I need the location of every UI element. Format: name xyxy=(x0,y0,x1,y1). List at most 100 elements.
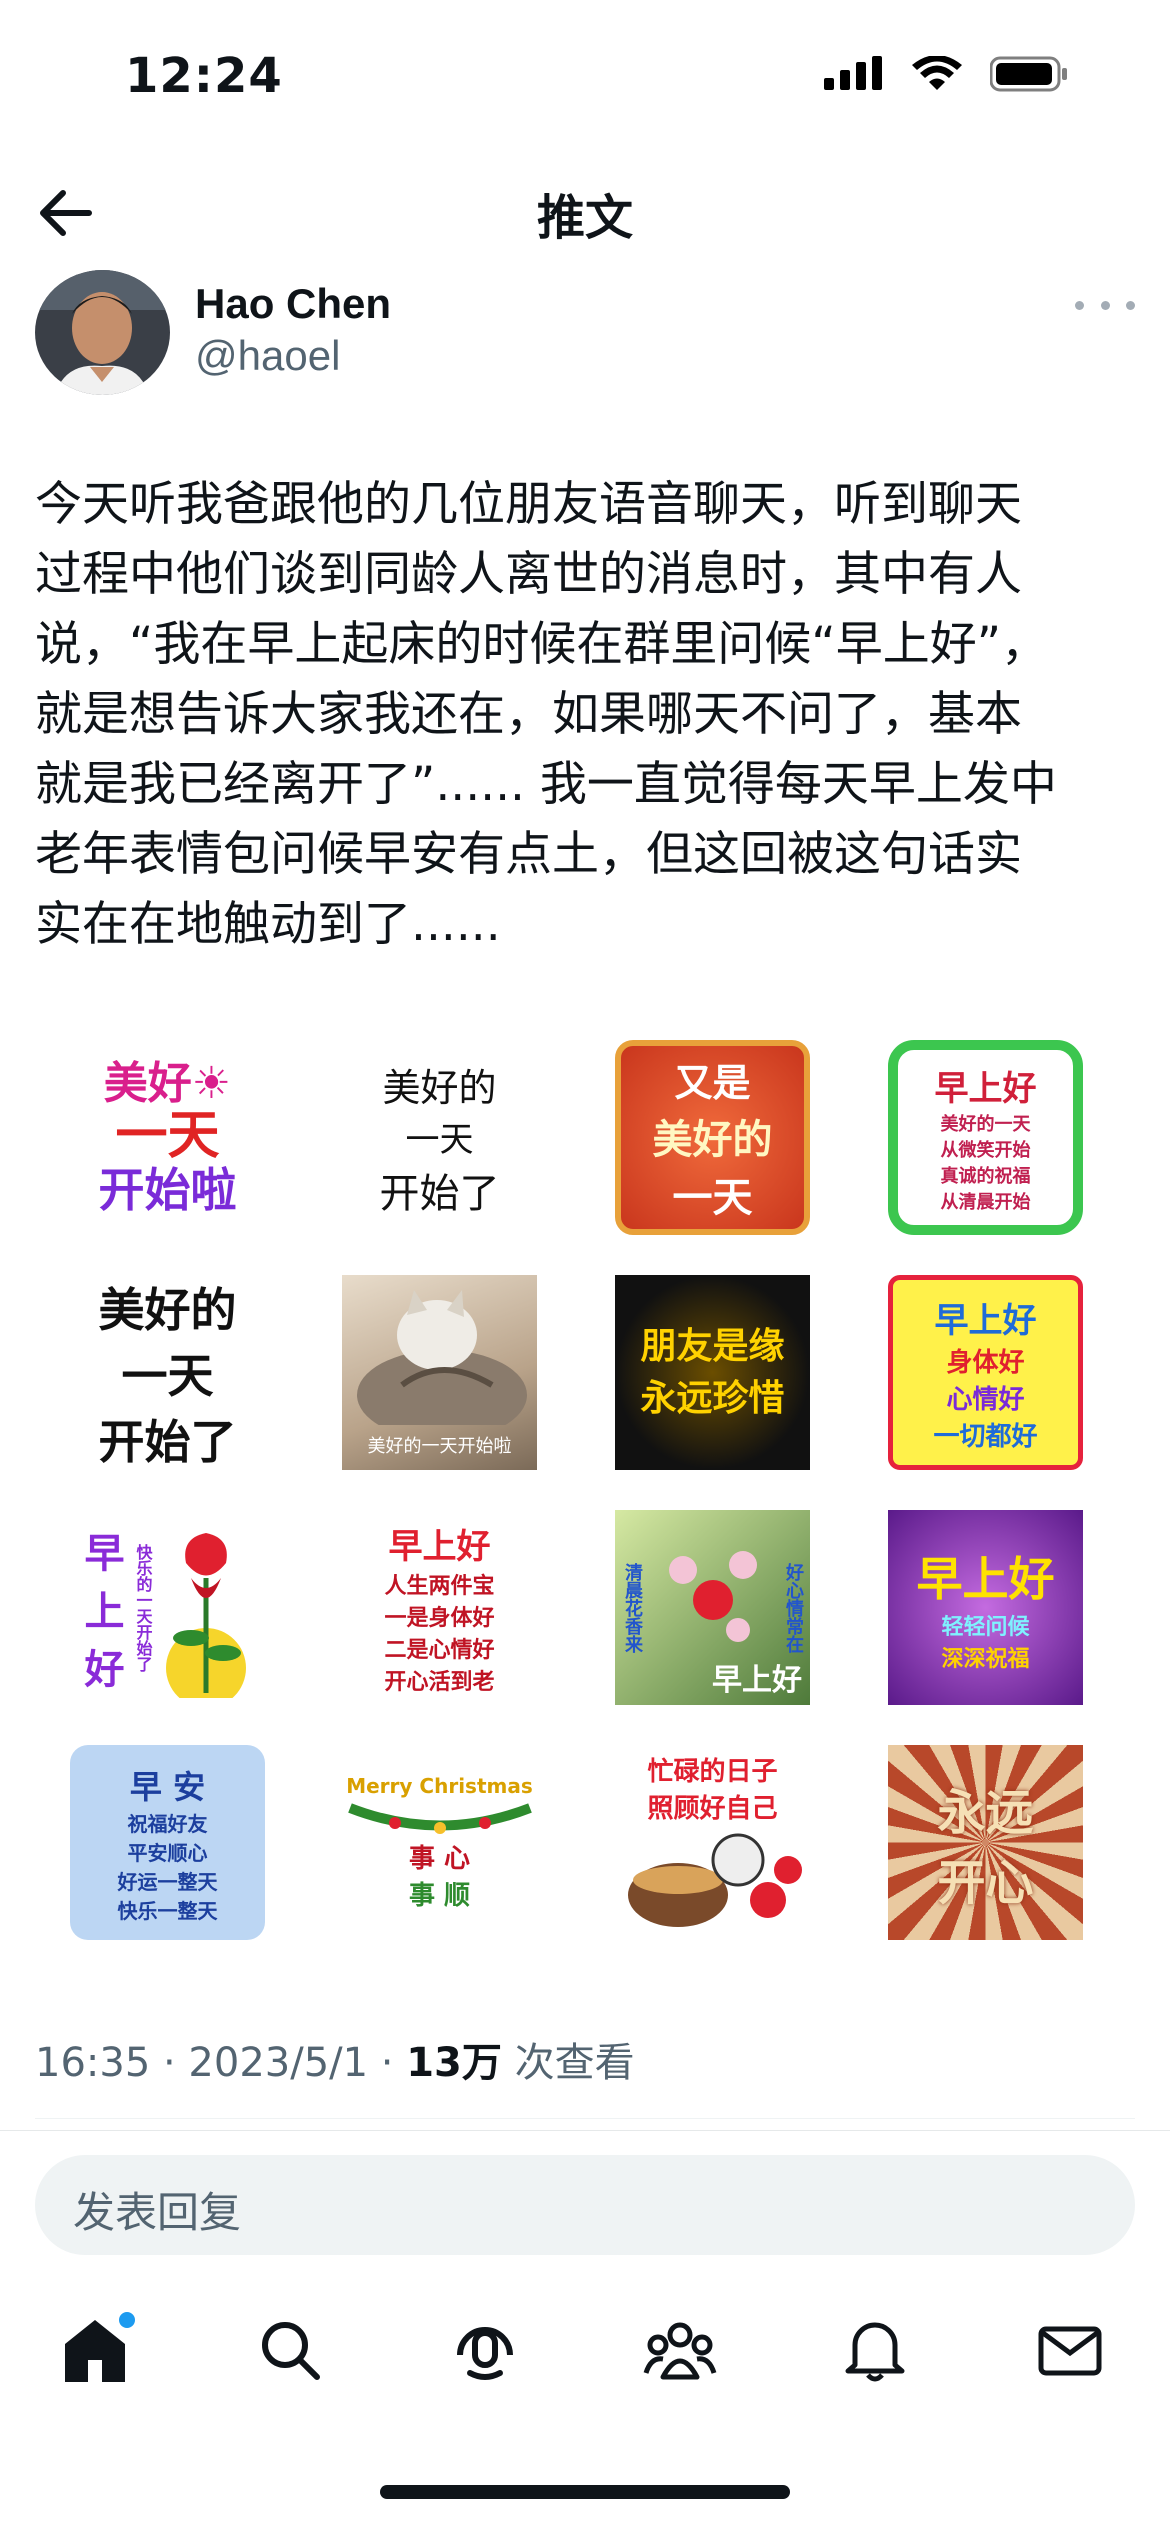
tab-home[interactable] xyxy=(45,2300,145,2400)
tweet-line: 过程中他们谈到同龄人离世的消息时，其中有人 xyxy=(35,547,1022,602)
tweet-line: 今天听我爸跟他的几位朋友语音聊天，听到聊天 xyxy=(35,477,1022,532)
tweet-author: Hao Chen @haoel xyxy=(35,270,1135,400)
tweet-line: 就是我已经离开了”...... 我一直觉得每天早上发中 xyxy=(35,757,1057,812)
sticker-text: 一天 xyxy=(405,1119,474,1160)
sticker-image[interactable]: 朋友是缘 永远珍惜 xyxy=(615,1275,810,1470)
sticker-text: 早上好 xyxy=(916,1551,1055,1606)
status-bar: 12:24 xyxy=(0,0,1170,150)
home-icon xyxy=(65,2312,135,2382)
sticker-image[interactable]: 忙碌的日子 照顾好自己 xyxy=(615,1745,810,1940)
tweet-timestamp: 16:35 · 2023/5/1 · xyxy=(35,2040,407,2086)
tab-messages[interactable] xyxy=(1020,2300,1120,2400)
spaces-icon xyxy=(457,2327,513,2380)
author-handle[interactable]: @haoel xyxy=(195,332,340,380)
sticker-vertical-text: 早 上 好 xyxy=(85,1521,125,1695)
sticker-text: 事 顺 xyxy=(408,1880,471,1911)
tweet-meta: 16:35 · 2023/5/1 · 13万 次查看 xyxy=(35,2030,635,2088)
sticker-text: 早上好 xyxy=(934,1069,1037,1109)
sticker-text: 平安顺心 xyxy=(127,1840,208,1865)
sticker-image[interactable]: 早上好 身体好 心情好 一切都好 xyxy=(888,1275,1083,1470)
sticker-text: 一天 xyxy=(672,1175,753,1221)
cat-illustration xyxy=(357,1290,527,1425)
sticker-text: 事 心 xyxy=(408,1843,471,1874)
sticker-text: 一是身体好 xyxy=(384,1606,495,1631)
sticker-text: 照顾好自己 xyxy=(647,1794,778,1824)
more-options-button[interactable] xyxy=(1075,290,1135,320)
sticker-text: 人生两件宝 xyxy=(384,1574,495,1599)
divider xyxy=(0,2130,1170,2131)
tweet-line: 就是想告诉大家我还在，如果哪天不问了，基本 xyxy=(35,687,1022,742)
more-dot-icon xyxy=(1126,300,1135,310)
tweet-text: 今天听我爸跟他的几位朋友语音聊天，听到聊天 过程中他们谈到同龄人离世的消息时，其… xyxy=(35,470,1135,960)
sticker-text: 好 xyxy=(84,1646,125,1693)
avatar-image xyxy=(35,270,170,395)
sticker-caption: 早上好 xyxy=(712,1663,802,1698)
view-label: 次查看 xyxy=(501,2040,635,2086)
sticker-text: 心情好 xyxy=(946,1384,1025,1415)
sticker-text: 朋友是缘 xyxy=(640,1325,785,1367)
reply-placeholder: 发表回复 xyxy=(73,2188,242,2237)
messages-icon xyxy=(1038,2326,1102,2376)
teacup-roses-illustration xyxy=(627,1833,802,1927)
sticker-text: Merry Christmas xyxy=(346,1773,533,1798)
sticker-image[interactable]: 又是 美好的 一天 xyxy=(615,1040,810,1235)
status-icons xyxy=(824,56,1070,92)
sticker-text: 永远珍惜 xyxy=(640,1377,785,1419)
home-indicator[interactable] xyxy=(380,2485,790,2499)
view-count[interactable]: 13万 xyxy=(406,2040,502,2086)
page-title: 推文 xyxy=(536,190,633,246)
sticker-text: 开始啦 xyxy=(98,1162,237,1217)
notifications-icon xyxy=(845,2322,905,2382)
sticker-image[interactable]: 早 安 祝福好友 平安顺心 好运一整天 快乐一整天 xyxy=(70,1745,265,1940)
tab-search[interactable] xyxy=(240,2300,340,2400)
tweet-line: 实在在地触动到了...... xyxy=(35,897,501,952)
sticker-text: 开心 xyxy=(937,1854,1034,1911)
sticker-image[interactable]: 早上好 轻轻问候 深深祝福 xyxy=(888,1510,1083,1705)
status-time: 12:24 xyxy=(125,48,283,104)
sticker-text: 美好的 xyxy=(652,1117,773,1163)
garland-illustration xyxy=(347,1802,532,1834)
tweet-line: 说，“我在早上起床的时候在群里问候“早上好”， xyxy=(35,617,1049,672)
tab-spaces[interactable] xyxy=(435,2300,535,2400)
battery-icon xyxy=(990,56,1067,92)
sticker-image[interactable]: 清晨花香来 好心情常在 早上好 xyxy=(615,1510,810,1705)
divider xyxy=(35,2118,1135,2119)
sticker-text: 快乐一整天 xyxy=(117,1898,218,1923)
sticker-text: 从清晨开始 xyxy=(940,1192,1031,1213)
sticker-text: 美好☀ xyxy=(103,1057,232,1109)
tab-notifications[interactable] xyxy=(825,2300,925,2400)
sticker-text: 轻轻问候 xyxy=(941,1614,1030,1640)
sticker-text: 真诚的祝福 xyxy=(940,1166,1031,1187)
sticker-text: 身体好 xyxy=(946,1347,1025,1378)
rose-illustration xyxy=(165,1532,246,1698)
sticker-image[interactable]: 美好☀ 一天 开始啦 xyxy=(70,1040,265,1235)
sticker-image[interactable]: 早 上 好 快乐的一天开始了 xyxy=(70,1510,265,1705)
avatar[interactable] xyxy=(35,270,170,395)
sticker-text: 早上好 xyxy=(934,1300,1037,1341)
sticker-text: 开始了 xyxy=(98,1414,237,1469)
sticker-text: 早上好 xyxy=(388,1527,491,1567)
tab-communities[interactable] xyxy=(630,2300,730,2400)
sticker-text: 开始了 xyxy=(379,1170,500,1217)
search-icon xyxy=(262,2322,320,2380)
author-name[interactable]: Hao Chen xyxy=(195,280,391,328)
sticker-text: 美好的 xyxy=(98,1282,237,1337)
sticker-image[interactable]: 早上好 美好的一天 从微笑开始 真诚的祝福 从清晨开始 xyxy=(888,1040,1083,1235)
sticker-text: 又是 xyxy=(674,1061,751,1105)
tweet-line: 老年表情包问候早安有点土，但这回被这句话实 xyxy=(35,827,1022,882)
sticker-caption: 快乐的一天开始了 xyxy=(133,1543,153,1672)
sticker-image[interactable]: 永远 开心 xyxy=(888,1745,1083,1940)
sticker-text: 二是心情好 xyxy=(384,1638,495,1663)
sticker-image[interactable]: 美好的 一天 开始了 xyxy=(70,1275,265,1470)
signal-icon xyxy=(824,56,882,90)
sticker-image[interactable]: 早上好 人生两件宝 一是身体好 二是心情好 开心活到老 xyxy=(342,1510,537,1705)
more-dot-icon xyxy=(1075,300,1084,310)
sticker-image[interactable]: 美好的一天开始啦 xyxy=(342,1275,537,1470)
sticker-text: 深深祝福 xyxy=(941,1646,1030,1672)
bottom-tab-bar xyxy=(0,2300,1170,2410)
sticker-text: 美好的一天 xyxy=(940,1114,1031,1135)
sticker-text: 早 xyxy=(84,1530,125,1577)
sticker-image[interactable]: 美好的 一天 开始了 xyxy=(342,1040,537,1235)
sticker-image[interactable]: Merry Christmas 事 心 事 顺 xyxy=(342,1745,537,1940)
reply-input[interactable]: 发表回复 xyxy=(35,2155,1135,2255)
